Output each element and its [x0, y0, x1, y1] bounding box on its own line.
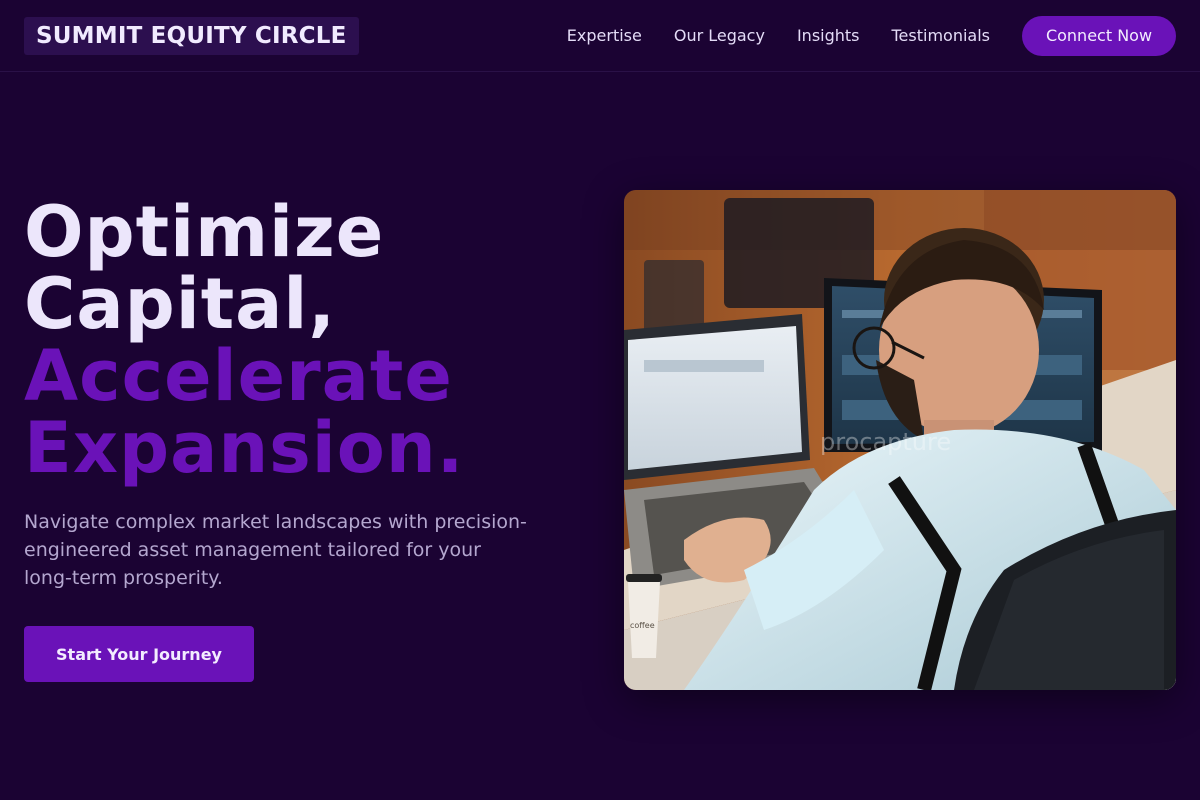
photo-watermark: procapture — [820, 428, 951, 456]
site-logo[interactable]: SUMMIT EQUITY CIRCLE — [24, 16, 359, 55]
hero-photo: coffee procapture — [624, 190, 1176, 690]
cup-text: coffee — [630, 621, 655, 630]
hero-headline: Optimize Capital, Accelerate Expansion. — [24, 196, 584, 484]
nav-link-insights[interactable]: Insights — [797, 26, 860, 45]
nav-link-expertise[interactable]: Expertise — [567, 26, 642, 45]
nav-link-testimonials[interactable]: Testimonials — [892, 26, 991, 45]
connect-now-button[interactable]: Connect Now — [1022, 15, 1176, 56]
start-journey-button[interactable]: Start Your Journey — [24, 626, 254, 682]
headline-line-2: Capital, — [24, 263, 336, 345]
main-nav: Expertise Our Legacy Insights Testimonia… — [535, 15, 1176, 56]
hero-section: Optimize Capital, Accelerate Expansion. … — [24, 196, 584, 682]
hero-subtitle: Navigate complex market landscapes with … — [24, 511, 527, 589]
nav-link-our-legacy[interactable]: Our Legacy — [674, 26, 765, 45]
site-header: SUMMIT EQUITY CIRCLE Expertise Our Legac… — [0, 0, 1200, 72]
headline-line-4: Expansion. — [24, 407, 465, 489]
office-worker-illustration: coffee procapture — [624, 190, 1176, 690]
headline-line-1: Optimize — [24, 191, 385, 273]
headline-line-3: Accelerate — [24, 335, 453, 417]
